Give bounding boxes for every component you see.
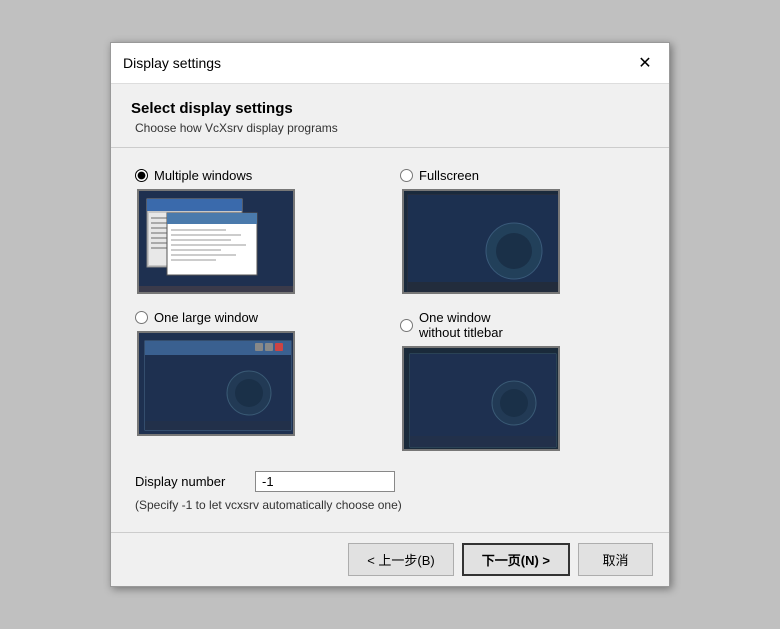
option-one-window-no-titlebar: One window without titlebar — [400, 310, 645, 451]
display-number-input[interactable] — [255, 471, 395, 492]
radio-multiple-windows[interactable] — [135, 169, 148, 182]
preview-multiple-windows — [137, 189, 295, 294]
title-bar: Display settings ✕ — [111, 43, 669, 84]
radio-row-fullscreen: Fullscreen — [400, 168, 645, 183]
option-fullscreen: Fullscreen — [400, 168, 645, 294]
display-number-hint: (Specify -1 to let vcxsrv automatically … — [135, 498, 645, 512]
radio-fullscreen[interactable] — [400, 169, 413, 182]
radio-row-no-titlebar: One window without titlebar — [400, 310, 645, 340]
radio-one-large-window[interactable] — [135, 311, 148, 324]
back-button[interactable]: < 上一步(B) — [348, 543, 454, 576]
display-number-row: Display number — [135, 471, 645, 492]
radio-one-window-no-titlebar[interactable] — [400, 319, 413, 332]
preview-one-large-window — [137, 331, 295, 436]
label-multiple-windows[interactable]: Multiple windows — [154, 168, 252, 183]
display-number-label: Display number — [135, 474, 245, 489]
display-settings-dialog: Display settings ✕ Select display settin… — [110, 42, 670, 587]
radio-row-multiple: Multiple windows — [135, 168, 380, 183]
close-button[interactable]: ✕ — [633, 51, 657, 75]
header-title: Select display settings — [131, 100, 649, 117]
footer-section: < 上一步(B) 下一页(N) > 取消 — [111, 532, 669, 586]
preview-one-window-no-titlebar — [402, 346, 560, 451]
options-grid: Multiple windows — [135, 168, 645, 451]
label-one-window-no-titlebar: One window without titlebar — [419, 310, 503, 340]
cancel-button[interactable]: 取消 — [578, 543, 653, 576]
header-subtitle: Choose how VcXsrv display programs — [135, 121, 649, 135]
label-fullscreen[interactable]: Fullscreen — [419, 168, 479, 183]
option-one-large-window: One large window — [135, 310, 380, 451]
option-multiple-windows: Multiple windows — [135, 168, 380, 294]
content-section: Multiple windows — [111, 148, 669, 532]
header-section: Select display settings Choose how VcXsr… — [111, 84, 669, 148]
preview-fullscreen — [402, 189, 560, 294]
dialog-title: Display settings — [123, 55, 221, 71]
radio-row-one-large: One large window — [135, 310, 380, 325]
next-button[interactable]: 下一页(N) > — [462, 543, 570, 576]
label-one-large-window[interactable]: One large window — [154, 310, 258, 325]
